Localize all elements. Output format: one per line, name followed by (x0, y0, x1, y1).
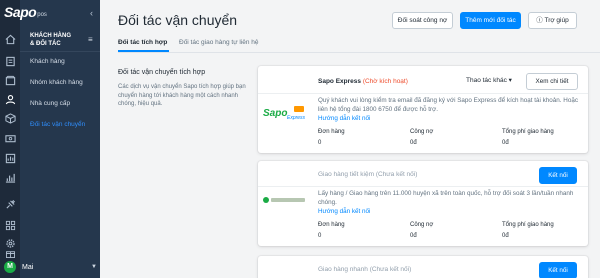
stat-fee-value: 0đ (502, 140, 509, 146)
connect-button[interactable]: Kết nối (539, 167, 577, 184)
connect-guide-link[interactable]: Hướng dẫn kết nối (318, 208, 370, 215)
avatar[interactable]: M (4, 261, 16, 273)
gift-icon[interactable] (4, 249, 16, 261)
card-divider (258, 93, 588, 94)
report-icon[interactable] (4, 153, 16, 165)
sidebar-item-shipping-partners[interactable]: Đối tác vận chuyển (30, 121, 98, 128)
sidebar-item-customer-groups[interactable]: Nhóm khách hàng (30, 79, 98, 86)
partner-name: Sapo Express (318, 78, 361, 85)
partner-card-sapo-express: Sapo Express Sapo Express (Chờ kích hoạt… (258, 66, 588, 153)
partner-card-ghtk: Giao hàng tiết kiệm (Chưa kết nối) Kết n… (258, 161, 588, 246)
tab-integrated[interactable]: Đối tác tích hợp (118, 39, 167, 46)
box-icon[interactable] (4, 75, 16, 87)
stat-orders-label: Đơn hàng (318, 222, 345, 228)
logo-main: Sapo (4, 4, 37, 20)
reconcile-button[interactable]: Đối soát công nợ (392, 12, 453, 29)
sapo-express-logo: Sapo Express (262, 103, 308, 123)
collapse-icon[interactable]: ‹ (90, 8, 93, 18)
partner-name: Giao hàng tiết kiệm (318, 171, 375, 178)
sidebar-menu-icon[interactable]: ≡ (88, 35, 93, 44)
more-actions-label: Thao tác khác (466, 77, 507, 84)
help-button[interactable]: ⓘ Trợ giúp (528, 12, 577, 29)
stat-orders-label: Đơn hàng (318, 129, 345, 135)
stat-debt-value: 0đ (410, 233, 417, 239)
partner-status: (Chưa kết nối) (375, 171, 418, 178)
chevron-down-icon[interactable]: ▼ (91, 264, 97, 270)
plug-icon[interactable] (4, 199, 16, 211)
help-label: Trợ giúp (544, 17, 569, 24)
partner-name: Giao hàng nhanh (318, 266, 368, 273)
partner-description: Quý khách vui lòng kiểm tra email đã đăn… (318, 97, 578, 113)
stat-fee-label: Tổng phí giao hàng (502, 222, 554, 228)
chart-icon[interactable] (4, 172, 16, 184)
stat-fee-value: 0đ (502, 233, 509, 239)
logo-sub: pos (37, 12, 47, 18)
caret-down-icon: ▾ (508, 77, 512, 84)
more-actions-dropdown[interactable]: Thao tác khác ▾ (466, 76, 512, 84)
person-icon[interactable] (4, 94, 16, 106)
section-description: Các dịch vụ vận chuyển Sapo tích hợp giú… (118, 84, 246, 107)
cube-icon[interactable] (4, 113, 16, 125)
tab-divider (118, 52, 600, 53)
stat-fee-label: Tổng phí giao hàng (502, 129, 554, 135)
apps-icon[interactable] (4, 220, 16, 232)
sidebar-divider (20, 51, 100, 52)
add-partner-button[interactable]: Thêm mới đối tác (460, 12, 521, 29)
view-details-button[interactable]: Xem chi tiết (526, 73, 578, 90)
section-title: Đối tác vận chuyển tích hợp (118, 69, 206, 76)
tab-self-contact[interactable]: Đối tác giao hàng tự liên hệ (179, 39, 259, 46)
sidebar-item-suppliers[interactable]: Nhà cung cấp (30, 100, 98, 107)
partner-name-row: Giao hàng tiết kiệm (Chưa kết nối) (318, 171, 417, 178)
stat-orders-value: 0 (318, 140, 322, 146)
partner-description: Lấy hàng / Giao hàng trên 11.000 huyện x… (318, 190, 574, 206)
order-icon[interactable] (4, 56, 16, 68)
stat-orders-value: 0 (318, 233, 322, 239)
svg-text:Sapo: Sapo (263, 108, 287, 119)
stat-debt-label: Công nợ (410, 222, 434, 228)
partner-card-ghn: Giao hàng nhanh (Chưa kết nối) Kết nối (258, 256, 588, 278)
connect-guide-link[interactable]: Hướng dẫn kết nối (318, 115, 370, 122)
sidebar-section-title: KHÁCH HÀNG & ĐỐI TÁC (30, 33, 71, 47)
ghtk-logo (262, 193, 308, 213)
partner-name-row: Giao hàng nhanh (Chưa kết nối) (318, 266, 411, 273)
money-icon[interactable] (4, 133, 16, 145)
sidebar-item-customers[interactable]: Khách hàng (30, 58, 98, 65)
home-icon[interactable] (4, 34, 16, 46)
connect-button[interactable]: Kết nối (539, 262, 577, 278)
partner-status: (Chưa kết nối) (369, 266, 412, 273)
page-title: Đối tác vận chuyển (118, 12, 238, 28)
partner-status: (Chờ kích hoạt) (362, 78, 408, 85)
user-name[interactable]: Mai (22, 264, 33, 271)
stat-debt-label: Công nợ (410, 129, 434, 135)
svg-text:Express: Express (287, 115, 306, 121)
stat-debt-value: 0đ (410, 140, 417, 146)
app-logo[interactable]: Sapo pos (4, 4, 47, 20)
partner-name-row: Sapo Express (Chờ kích hoạt) (318, 78, 408, 85)
card-divider (258, 186, 588, 187)
